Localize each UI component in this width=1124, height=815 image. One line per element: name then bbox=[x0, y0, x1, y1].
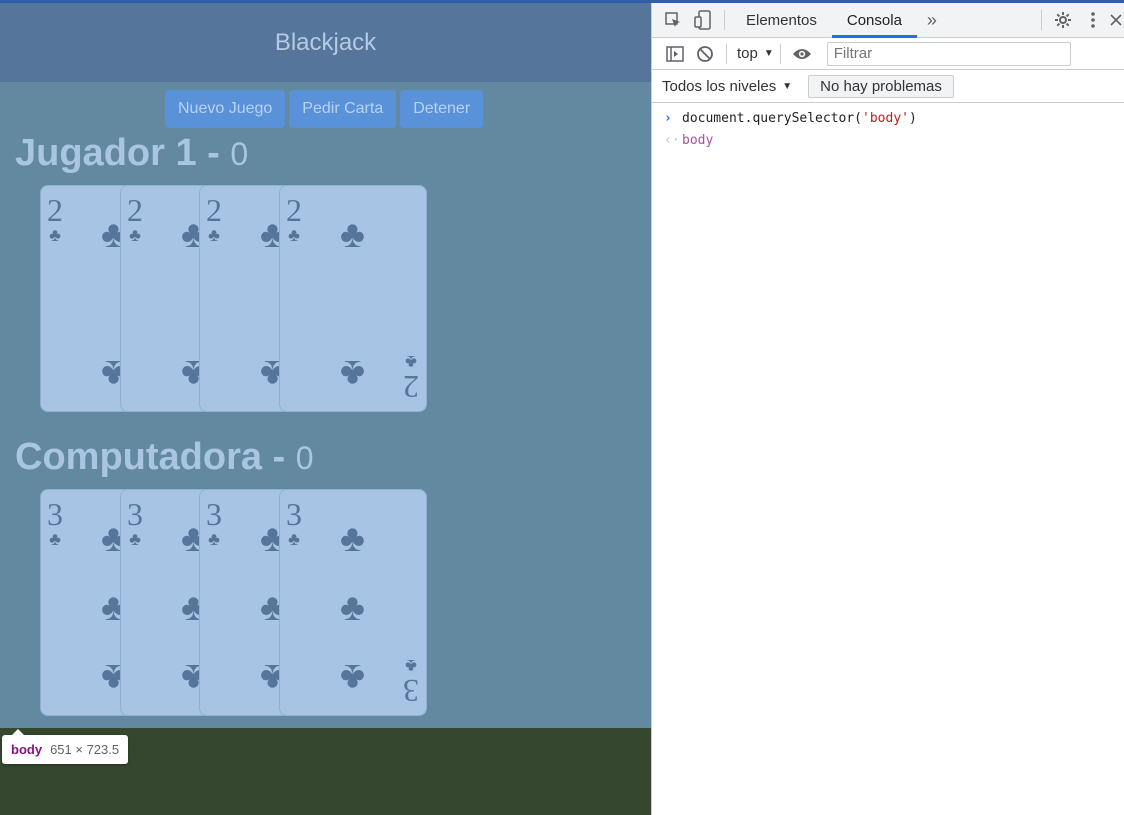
inspect-element-icon[interactable] bbox=[658, 5, 688, 35]
more-tabs-icon[interactable]: » bbox=[917, 5, 947, 35]
clear-console-icon[interactable] bbox=[690, 39, 720, 69]
console-filter-input[interactable] bbox=[826, 41, 1071, 66]
toolbar-separator bbox=[726, 43, 727, 64]
button-group: Nuevo Juego Pedir Carta Detener bbox=[165, 90, 484, 128]
card-suit-icon: ♣ bbox=[49, 529, 61, 549]
club-pip-icon: ♣ bbox=[340, 518, 365, 560]
input-prompt-icon: › bbox=[664, 110, 672, 126]
context-label: top bbox=[737, 45, 758, 62]
code-suffix: ) bbox=[908, 110, 917, 126]
return-arrow-icon: ‹· bbox=[664, 132, 680, 148]
card-rank: 3 bbox=[47, 496, 63, 532]
dropdown-arrow-icon: ▼ bbox=[782, 80, 793, 92]
console-output: › document.querySelector('body') ‹· body bbox=[652, 103, 1124, 151]
club-pip-icon: ♣ bbox=[340, 587, 365, 629]
playing-card: 2♣2♣♣♣ bbox=[279, 185, 427, 412]
window-top-border bbox=[0, 0, 1124, 3]
club-pip-icon: ♣ bbox=[340, 352, 365, 394]
card-suit-icon: ♣ bbox=[129, 529, 141, 549]
playing-card: 3♣3♣♣♣♣ bbox=[279, 489, 427, 716]
tab-elementos[interactable]: Elementos bbox=[731, 3, 832, 38]
game-page: Blackjack Nuevo Juego Pedir Carta Detene… bbox=[0, 0, 651, 815]
tooltip-dimensions: 651 × 723.5 bbox=[50, 742, 120, 757]
card-suit-icon: ♣ bbox=[208, 225, 220, 245]
card-suit-icon: ♣ bbox=[208, 529, 220, 549]
tab-separator bbox=[724, 10, 725, 30]
new-game-button[interactable]: Nuevo Juego bbox=[165, 90, 286, 128]
devtools-tabbar: Elementos Consola » bbox=[652, 3, 1124, 38]
card-suit-icon: ♣ bbox=[288, 529, 300, 549]
card-corner-index: 3♣ bbox=[47, 498, 63, 548]
stop-button[interactable]: Detener bbox=[400, 90, 484, 128]
console-result-line: ‹· body bbox=[652, 129, 1124, 151]
more-options-icon[interactable] bbox=[1078, 5, 1108, 35]
close-icon[interactable] bbox=[1108, 5, 1124, 35]
card-corner-index: 2♣ bbox=[47, 194, 63, 244]
card-rank: 3 bbox=[206, 496, 222, 532]
card-suit-icon: ♣ bbox=[405, 656, 417, 676]
app-title: Blackjack bbox=[274, 28, 377, 56]
devtools-panel: Elementos Consola » top ▼ Filtrar Todos … bbox=[651, 3, 1124, 815]
live-expression-eye-icon[interactable] bbox=[787, 39, 817, 69]
toolbar-separator bbox=[779, 43, 781, 64]
card-suit-icon: ♣ bbox=[49, 225, 61, 245]
card-corner-index: 3♣ bbox=[206, 498, 222, 548]
console-code: document.querySelector('body') bbox=[682, 111, 917, 126]
card-corner-index: 2♣ bbox=[127, 194, 143, 244]
card-corner-index: 3♣ bbox=[127, 498, 143, 548]
card-rank: 2 bbox=[47, 192, 63, 228]
console-input-line: › document.querySelector('body') bbox=[652, 107, 1124, 129]
console-toolbar: top ▼ bbox=[652, 38, 1124, 70]
computer-name: Computadora - bbox=[15, 436, 286, 478]
club-pip-icon: ♣ bbox=[340, 214, 365, 256]
card-rank: 3 bbox=[127, 496, 143, 532]
card-suit-icon: ♣ bbox=[405, 352, 417, 372]
tooltip-tag: body bbox=[11, 742, 43, 757]
player-score: 0 bbox=[230, 136, 249, 172]
card-rank: 2 bbox=[127, 192, 143, 228]
card-rank: 3 bbox=[286, 496, 302, 532]
code-prefix: document.querySelector( bbox=[682, 110, 863, 126]
card-suit-icon: ♣ bbox=[288, 225, 300, 245]
context-selector[interactable]: top ▼ bbox=[737, 45, 774, 62]
console-result[interactable]: body bbox=[682, 133, 713, 148]
sidebar-toggle-icon[interactable] bbox=[660, 39, 690, 69]
card-corner-index: 2♣ bbox=[206, 194, 222, 244]
player-name: Jugador 1 - bbox=[15, 132, 220, 174]
tab-consola[interactable]: Consola bbox=[831, 3, 917, 38]
app-header: Blackjack bbox=[0, 3, 651, 82]
levels-label: Todos los niveles bbox=[662, 77, 777, 95]
computer-title: Computadora - 0 bbox=[15, 436, 314, 479]
tab-separator bbox=[1041, 10, 1042, 30]
card-rank: 2 bbox=[206, 192, 222, 228]
computer-score: 0 bbox=[295, 440, 314, 476]
card-corner-index: 3♣ bbox=[403, 656, 419, 709]
club-pip-icon: ♣ bbox=[340, 656, 365, 698]
log-levels-dropdown[interactable]: Todos los niveles ▼ bbox=[662, 78, 792, 95]
issues-button[interactable]: No hay problemas bbox=[808, 74, 954, 98]
element-inspector-tooltip: body 651 × 723.5 bbox=[2, 735, 129, 764]
card-suit-icon: ♣ bbox=[129, 225, 141, 245]
hit-button[interactable]: Pedir Carta bbox=[289, 90, 397, 128]
player-title: Jugador 1 - 0 bbox=[15, 132, 248, 175]
card-corner-index: 2♣ bbox=[286, 194, 302, 244]
card-corner-index: 3♣ bbox=[286, 498, 302, 548]
card-corner-index: 2♣ bbox=[403, 352, 419, 405]
card-rank: 2 bbox=[286, 192, 302, 228]
card-rank: 3 bbox=[403, 673, 419, 709]
settings-gear-icon[interactable] bbox=[1048, 5, 1078, 35]
dropdown-arrow-icon: ▼ bbox=[763, 48, 774, 59]
code-argument: 'body' bbox=[862, 110, 909, 126]
console-levels-bar: Todos los niveles ▼ No hay problemas bbox=[652, 70, 1124, 103]
device-toolbar-icon[interactable] bbox=[688, 5, 718, 35]
card-rank: 2 bbox=[403, 369, 419, 405]
